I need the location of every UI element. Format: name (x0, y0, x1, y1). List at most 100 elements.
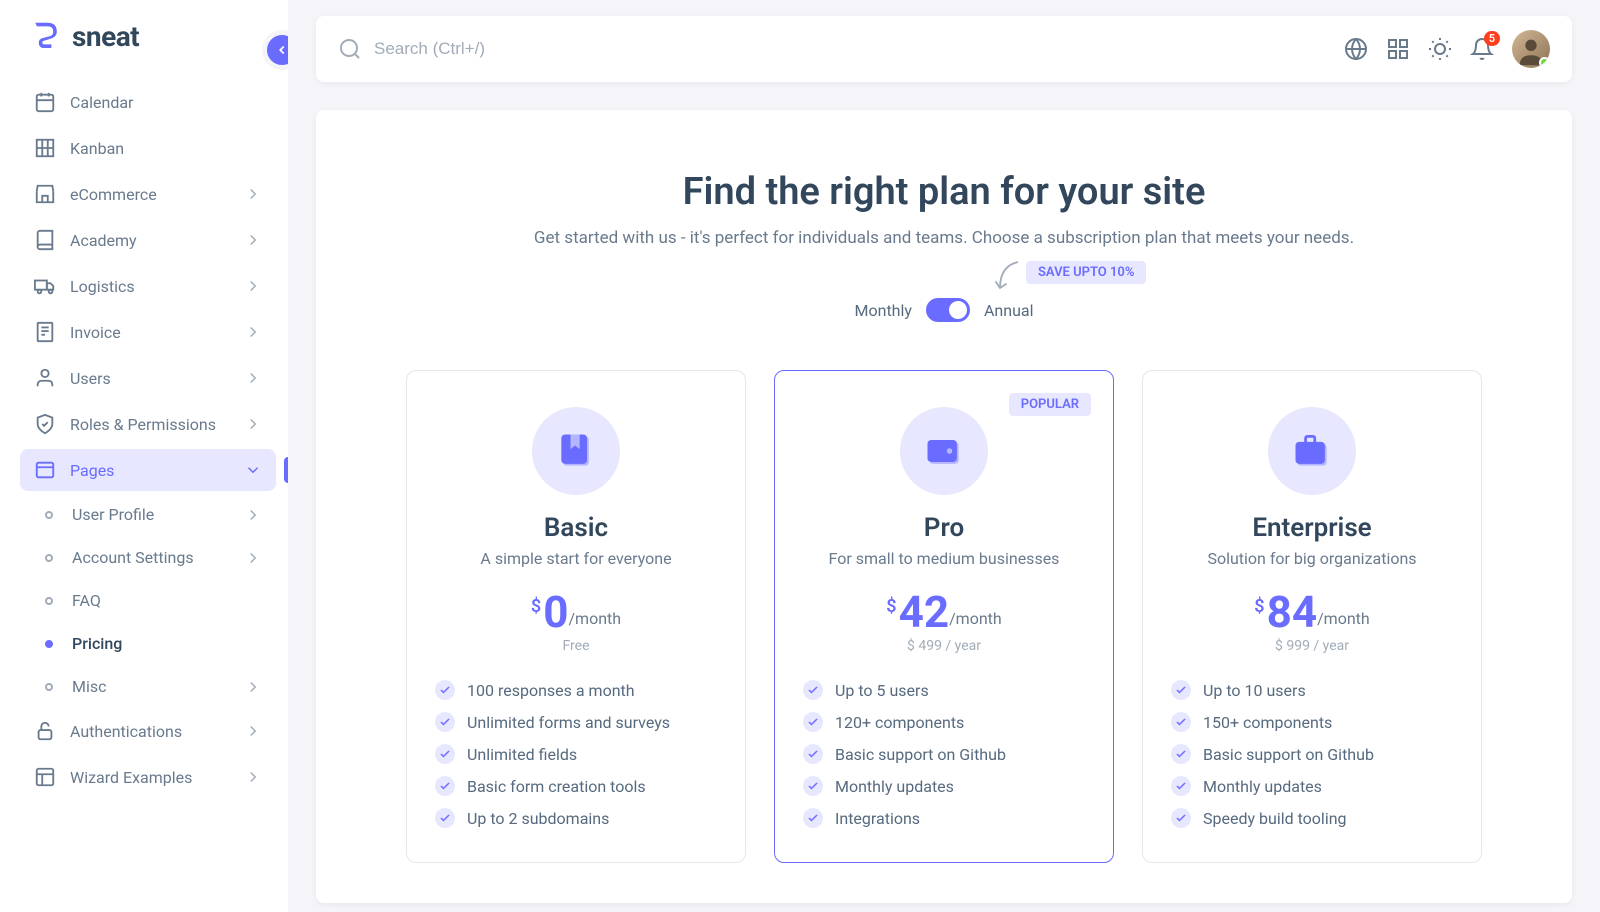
bullet-icon (45, 511, 53, 519)
price-value: 42 (899, 590, 950, 634)
sidebar-item-label: Logistics (70, 277, 230, 296)
sidebar-subitem-label: FAQ (72, 591, 262, 610)
chevron-right-icon (244, 461, 262, 479)
window-icon (34, 459, 56, 481)
plan-name: Basic (435, 513, 717, 543)
feature-text: 150+ components (1203, 713, 1332, 732)
sidebar-subitem-account-settings[interactable]: Account Settings (20, 538, 276, 577)
search[interactable] (338, 37, 1328, 61)
sidebar-item-authentications[interactable]: Authentications (20, 710, 276, 752)
search-input[interactable] (374, 39, 1328, 59)
avatar[interactable] (1512, 30, 1550, 68)
pricing-card: Find the right plan for your site Get st… (316, 110, 1572, 903)
calendar-icon (34, 91, 56, 113)
sidebar-item-invoice[interactable]: Invoice (20, 311, 276, 353)
plan-description: A simple start for everyone (435, 549, 717, 568)
chevron-right-icon (244, 185, 262, 203)
sidebar-menu: CalendarKanban eCommerce Academy Logistics I… (20, 81, 276, 491)
plan-price: $42/month (803, 590, 1085, 634)
sidebar-item-users[interactable]: Users (20, 357, 276, 399)
check-icon (435, 680, 455, 700)
main-content: 5 Find the right plan for your site Get … (288, 0, 1600, 912)
save-badge: SAVE UPTO 10% (1026, 261, 1146, 284)
plan-feature: Integrations (803, 802, 1085, 834)
sidebar-item-label: eCommerce (70, 185, 230, 204)
sidebar-subitem-pricing[interactable]: Pricing (20, 624, 276, 663)
feature-text: Unlimited fields (467, 745, 577, 764)
feature-text: Monthly updates (835, 777, 954, 796)
shield-icon (34, 413, 56, 435)
chevron-right-icon (244, 415, 262, 433)
store-icon (34, 183, 56, 205)
plan-icon (900, 407, 988, 495)
pages-submenu: User Profile Account Settings FAQ Pricing Mi… (20, 495, 276, 706)
sidebar-item-academy[interactable]: Academy (20, 219, 276, 261)
monthly-label[interactable]: Monthly (855, 301, 912, 320)
sidebar-item-label: Invoice (70, 323, 230, 342)
check-icon (803, 744, 823, 764)
sidebar-item-label: Pages (70, 461, 230, 480)
popular-badge: POPULAR (1009, 393, 1091, 416)
notification-badge: 5 (1484, 31, 1500, 46)
plan-feature: Up to 10 users (1171, 674, 1453, 706)
check-icon (1171, 776, 1191, 796)
plan-feature: Unlimited forms and surveys (435, 706, 717, 738)
sidebar-item-label: Academy (70, 231, 230, 250)
chevron-right-icon (244, 678, 262, 696)
billing-toggle: SAVE UPTO 10% Monthly Annual (356, 298, 1532, 322)
language-icon[interactable] (1344, 37, 1368, 61)
page-subtitle: Get started with us - it's perfect for i… (356, 228, 1532, 248)
check-icon (803, 712, 823, 732)
bullet-icon (45, 683, 53, 691)
plan-feature: Up to 5 users (803, 674, 1085, 706)
topbar: 5 (316, 16, 1572, 82)
sidebar-item-calendar[interactable]: Calendar (20, 81, 276, 123)
plan-feature: Monthly updates (1171, 770, 1453, 802)
apps-grid-icon[interactable] (1386, 37, 1410, 61)
notifications-button[interactable]: 5 (1470, 37, 1494, 61)
plan-feature: 120+ components (803, 706, 1085, 738)
billing-toggle-switch[interactable] (926, 298, 970, 322)
check-icon (435, 776, 455, 796)
check-icon (1171, 744, 1191, 764)
price-value: 84 (1267, 590, 1318, 634)
feature-text: Unlimited forms and surveys (467, 713, 670, 732)
sidebar-subitem-user-profile[interactable]: User Profile (20, 495, 276, 534)
price-period: /month (1317, 609, 1370, 628)
chevron-right-icon (244, 323, 262, 341)
grid-icon (34, 137, 56, 159)
sidebar-item-kanban[interactable]: Kanban (20, 127, 276, 169)
brand[interactable]: sneat (20, 20, 276, 53)
plan-basic: BasicA simple start for everyone$0/month… (406, 370, 746, 863)
plan-name: Pro (803, 513, 1085, 543)
search-icon (338, 37, 362, 61)
chevron-right-icon (244, 231, 262, 249)
sidebar-item-wizard-examples[interactable]: Wizard Examples (20, 756, 276, 798)
plan-feature: Unlimited fields (435, 738, 717, 770)
sidebar-item-ecommerce[interactable]: eCommerce (20, 173, 276, 215)
sidebar-subitem-faq[interactable]: FAQ (20, 581, 276, 620)
plan-enterprise: EnterpriseSolution for big organizations… (1142, 370, 1482, 863)
sidebar-item-logistics[interactable]: Logistics (20, 265, 276, 307)
lock-icon (34, 720, 56, 742)
sidebar-collapse-button[interactable] (262, 30, 288, 70)
feature-text: Up to 10 users (1203, 681, 1306, 700)
chevron-right-icon (244, 768, 262, 786)
feature-text: Basic form creation tools (467, 777, 646, 796)
sidebar-item-pages[interactable]: Pages (20, 449, 276, 491)
book-icon (34, 229, 56, 251)
feature-text: 100 responses a month (467, 681, 635, 700)
feature-text: Basic support on Github (1203, 745, 1374, 764)
status-online-icon (1539, 57, 1550, 68)
annual-label[interactable]: Annual (984, 301, 1034, 320)
theme-icon[interactable] (1428, 37, 1452, 61)
currency-symbol: $ (531, 596, 541, 617)
sidebar-menu-bottom: AuthenticationsWizard Examples (20, 710, 276, 798)
feature-text: Basic support on Github (835, 745, 1006, 764)
check-icon (803, 808, 823, 828)
sidebar-subitem-misc[interactable]: Misc (20, 667, 276, 706)
check-icon (803, 776, 823, 796)
sidebar-item-roles-permissions[interactable]: Roles & Permissions (20, 403, 276, 445)
plan-description: For small to medium businesses (803, 549, 1085, 568)
plan-features: 100 responses a month Unlimited forms and… (435, 674, 717, 834)
